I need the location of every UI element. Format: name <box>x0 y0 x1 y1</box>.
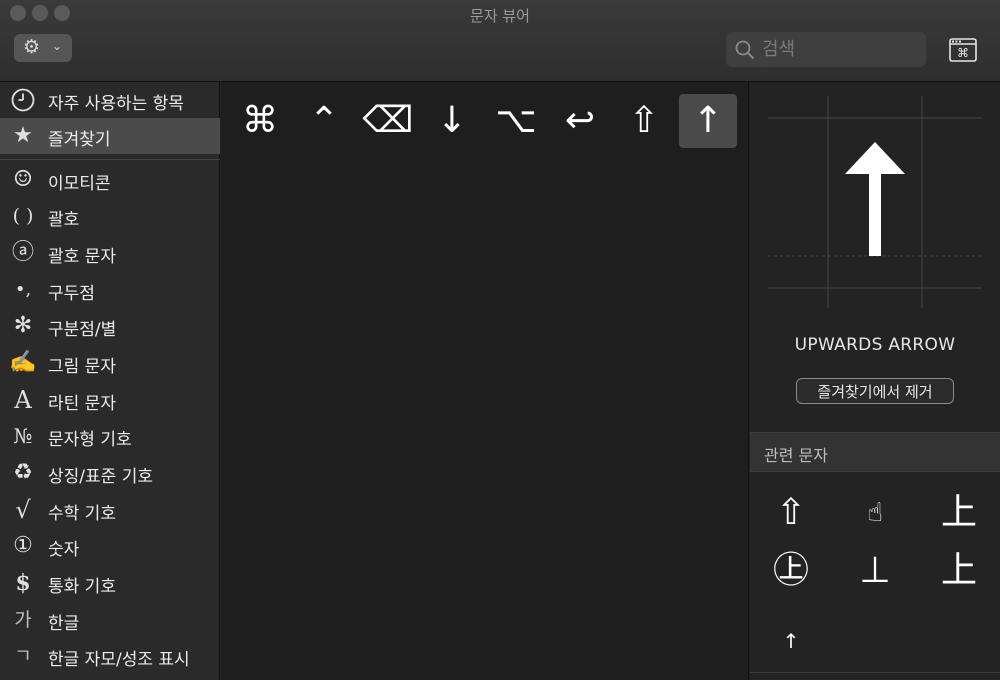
asterisk-icon: ✻ <box>13 313 33 338</box>
svg-text:⌘: ⌘ <box>957 46 969 60</box>
character-cell[interactable]: ⌃ <box>295 94 353 148</box>
sidebar-item-letterlike-symbols[interactable]: № 문자형 기호 <box>0 418 220 454</box>
sidebar-item-frequently-used[interactable]: 자주 사용하는 항목 <box>0 82 220 118</box>
sidebar-item-technical-symbols[interactable]: ♻ 상징/표준 기호 <box>0 455 220 491</box>
related-character[interactable]: ☝ <box>844 490 906 536</box>
sidebar-item-math-symbols[interactable]: √ 수학 기호 <box>0 492 220 528</box>
search-icon <box>735 40 755 60</box>
sidebar-item-label: 라틴 문자 <box>48 394 116 414</box>
control-key-glyph: ⌃ <box>308 100 340 141</box>
character-cell[interactable]: ⌥ <box>487 94 545 148</box>
related-character[interactable]: ⊥ <box>844 548 906 594</box>
character-cell-selected[interactable]: ↑ <box>679 94 737 148</box>
parentheses-icon: ( ) <box>12 205 34 227</box>
sidebar-item-label: 괄호 <box>48 210 80 230</box>
smiley-icon: ☺ <box>13 167 33 192</box>
character-detail-panel: UPWARDS ARROW 즐겨찾기에서 제거 관련 문자 ⇧ ☝ 上 ㊤ ⊥ … <box>750 82 1000 680</box>
sidebar-item-pictographs[interactable]: ✍ 그림 문자 <box>0 345 220 381</box>
down-arrow-glyph: ↓ <box>436 100 468 141</box>
panel-divider <box>750 672 1000 673</box>
dollar-icon: $ <box>15 570 31 596</box>
sidebar-divider <box>0 159 220 160</box>
clock-icon <box>8 85 38 115</box>
sidebar-item-label: 구분점/별 <box>48 320 117 340</box>
category-sidebar: 자주 사용하는 항목 ★ 즐겨찾기 ☺ 이모티콘 ( ) 괄호 ⓐ 괄호 문자 … <box>0 82 220 680</box>
sidebar-item-hangul-jamo[interactable]: ㄱ 한글 자모/성조 표시 <box>0 638 220 674</box>
sidebar-item-label: 구두점 <box>48 284 95 304</box>
return-key-glyph: ↩ <box>564 100 596 141</box>
delete-key-glyph: ⌫ <box>362 100 414 141</box>
sidebar-item-currency-symbols[interactable]: $ 통화 기호 <box>0 565 220 601</box>
shift-key-glyph: ⇧ <box>628 100 660 141</box>
sidebar-item-label: 자주 사용하는 항목 <box>48 94 184 114</box>
gear-icon: ⚙ <box>23 36 41 58</box>
sidebar-item-label: 즐겨찾기 <box>48 130 111 150</box>
related-character[interactable]: ↑ <box>760 618 822 664</box>
sidebar-item-label: 숫자 <box>48 540 80 560</box>
sidebar-item-label: 상징/표준 기호 <box>48 467 153 487</box>
latin-a-icon: A <box>14 386 32 414</box>
sidebar-item-latin[interactable]: A 라틴 문자 <box>0 382 220 418</box>
sidebar-item-hangul[interactable]: 가 한글 <box>0 602 220 638</box>
sidebar-item-label: 통화 기호 <box>48 577 116 597</box>
punctuation-icon: •, <box>14 279 32 300</box>
related-characters-header: 관련 문자 <box>750 432 1000 472</box>
sidebar-item-label: 한글 <box>48 614 80 634</box>
sidebar-item-digits[interactable]: ① 숫자 <box>0 528 220 564</box>
chevron-down-icon: ⌄ <box>52 39 63 53</box>
square-root-icon: √ <box>15 496 31 524</box>
sidebar-item-emoji[interactable]: ☺ 이모티콘 <box>0 162 220 198</box>
sidebar-item-label: 한글 자모/성조 표시 <box>48 650 190 670</box>
window-title: 문자 뷰어 <box>470 7 530 25</box>
sidebar-item-label: 이모티콘 <box>48 174 111 194</box>
search-input[interactable] <box>762 32 912 67</box>
sidebar-item-label: 괄호 문자 <box>48 247 116 267</box>
related-characters-title: 관련 문자 <box>764 446 828 465</box>
sidebar-item-label: 문자형 기호 <box>48 430 132 450</box>
character-name: UPWARDS ARROW <box>794 335 956 355</box>
character-viewer-window: 문자 뷰어 ⚙ ⌄ ⌘ 자주 사용하는 항목 <box>0 0 1000 680</box>
character-cell[interactable]: ↓ <box>423 94 481 148</box>
search-field[interactable] <box>726 32 926 67</box>
numero-icon: № <box>13 424 33 448</box>
recycle-icon: ♻ <box>13 460 33 485</box>
sidebar-item-favorites[interactable]: ★ 즐겨찾기 <box>0 118 220 154</box>
related-character[interactable]: ㊤ <box>760 548 822 594</box>
character-cell[interactable]: ⌘ <box>231 94 289 148</box>
related-character[interactable]: 上 <box>928 490 990 536</box>
related-character[interactable]: ⇧ <box>760 490 822 536</box>
sidebar-item-punctuation[interactable]: •, 구두점 <box>0 272 220 308</box>
sidebar-item-label: 그림 문자 <box>48 357 116 377</box>
sidebar-item-enclosed-characters[interactable]: ⓐ 괄호 문자 <box>0 235 220 271</box>
circled-one-icon: ① <box>13 533 33 558</box>
circled-a-icon: ⓐ <box>11 240 34 265</box>
sidebar-item-parentheses[interactable]: ( ) 괄호 <box>0 198 220 234</box>
option-key-glyph: ⌥ <box>495 100 537 141</box>
sidebar-item-bullets-stars[interactable]: ✻ 구분점/별 <box>0 308 220 344</box>
character-cell[interactable]: ⇧ <box>615 94 673 148</box>
character-cell[interactable]: ⌫ <box>359 94 417 148</box>
action-menu-button[interactable]: ⚙ ⌄ <box>14 34 72 62</box>
command-key-glyph: ⌘ <box>242 100 278 141</box>
hangul-ga-icon: 가 <box>14 609 32 631</box>
writing-hand-icon: ✍ <box>9 350 37 375</box>
remove-from-favorites-button[interactable]: 즐겨찾기에서 제거 <box>796 378 954 404</box>
star-icon: ★ <box>13 123 33 148</box>
character-cell[interactable]: ↩ <box>551 94 609 148</box>
upwards-arrow-preview-glyph <box>845 142 905 256</box>
related-character[interactable]: 上 <box>928 548 990 594</box>
character-preview <box>768 96 982 308</box>
keyboard-viewer-icon[interactable]: ⌘ <box>948 36 978 64</box>
sidebar-item-label: 수학 기호 <box>48 504 116 524</box>
hangul-jamo-icon: ㄱ <box>14 645 32 667</box>
character-grid: ⌘ ⌃ ⌫ ↓ ⌥ ↩ ⇧ ↑ <box>221 82 749 680</box>
title-bar: 문자 뷰어 ⚙ ⌄ ⌘ <box>0 0 1000 82</box>
up-arrow-glyph: ↑ <box>692 100 724 141</box>
